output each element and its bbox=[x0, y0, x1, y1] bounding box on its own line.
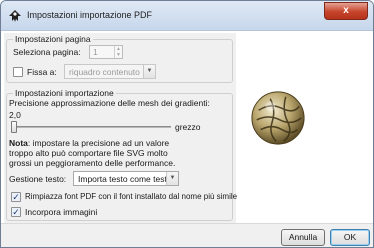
select-page-label: Seleziona pagina: bbox=[13, 47, 81, 57]
precision-value: 2,0 bbox=[9, 110, 21, 120]
precision-note: Nota: impostare la precisione ad un valo… bbox=[9, 138, 175, 168]
cancel-label: Annulla bbox=[288, 232, 318, 242]
window-title: Impostazioni importazione PDF bbox=[27, 10, 153, 20]
note-line-1: : impostare la precisione ad un valore bbox=[27, 138, 170, 148]
pdf-import-dialog: Impostazioni importazione PDF x Impostaz… bbox=[0, 0, 374, 248]
precision-slider-track[interactable] bbox=[11, 126, 171, 128]
crop-checkbox[interactable] bbox=[13, 67, 23, 77]
chevron-down-icon[interactable]: ▼ bbox=[166, 172, 178, 185]
dialog-footer: Annulla OK bbox=[1, 223, 373, 247]
replace-fonts-label: Rimpiazza font PDF con il font installat… bbox=[25, 192, 238, 201]
title-bar: Impostazioni importazione PDF x bbox=[1, 1, 373, 31]
settings-panel: Impostazioni pagina Seleziona pagina: 1 … bbox=[4, 33, 237, 223]
text-handling-label: Gestione testo: bbox=[9, 174, 67, 184]
import-settings-legend: Impostazioni importazione bbox=[13, 88, 116, 98]
replace-fonts-checkbox[interactable]: ✓ bbox=[11, 192, 21, 202]
precision-label: Precisione approssimazione delle mesh de… bbox=[9, 98, 210, 108]
import-settings-group: Impostazioni importazione Precisione app… bbox=[6, 88, 237, 221]
precision-slider-thumb[interactable] bbox=[11, 121, 17, 133]
note-bold: Nota bbox=[9, 138, 28, 148]
embed-images-checkbox[interactable]: ✓ bbox=[11, 207, 21, 217]
page-settings-group: Impostazioni pagina Seleziona pagina: 1 … bbox=[6, 34, 233, 83]
ok-label: OK bbox=[343, 232, 357, 242]
inkscape-icon bbox=[9, 10, 21, 22]
page-preview-thumbnail bbox=[251, 91, 305, 145]
spin-down-icon[interactable]: ▼ bbox=[115, 52, 122, 58]
crop-select-value: riquadro contenuto bbox=[69, 67, 140, 77]
text-handling-select[interactable]: Importa testo come testo ▼ bbox=[73, 171, 179, 186]
precision-description: grezzo bbox=[175, 122, 201, 132]
note-line-3: grossi un peggioramento delle performanc… bbox=[9, 158, 176, 168]
ok-button[interactable]: OK bbox=[330, 229, 370, 246]
embed-images-label: Incorpora immagini bbox=[25, 207, 98, 217]
close-button[interactable]: x bbox=[324, 2, 368, 20]
crop-label: Fissa a: bbox=[27, 67, 57, 77]
text-handling-value: Importa testo come testo bbox=[78, 174, 172, 184]
select-page-value: 1 bbox=[93, 47, 98, 57]
note-line-2: troppo alto può comportare file SVG molt… bbox=[9, 148, 168, 158]
dialog-content: Impostazioni pagina Seleziona pagina: 1 … bbox=[1, 31, 373, 247]
cancel-button[interactable]: Annulla bbox=[281, 229, 325, 246]
page-settings-legend: Impostazioni pagina bbox=[13, 34, 93, 44]
chevron-down-icon[interactable]: ▼ bbox=[143, 65, 155, 78]
select-page-spinner[interactable]: 1 ▲ ▼ bbox=[89, 45, 123, 59]
spinner-arrows[interactable]: ▲ ▼ bbox=[114, 46, 122, 58]
crop-select[interactable]: riquadro contenuto ▼ bbox=[64, 64, 156, 79]
